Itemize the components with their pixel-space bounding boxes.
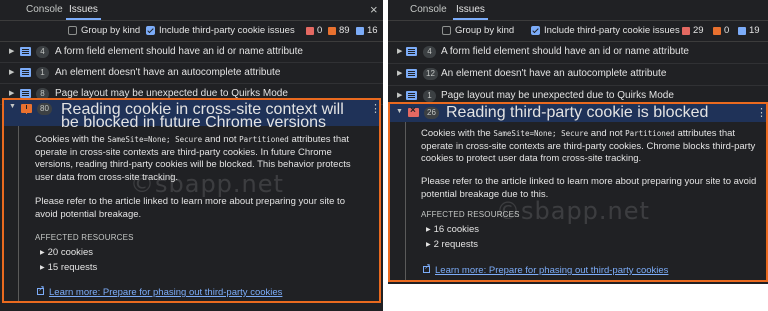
- info-count: 19: [749, 25, 760, 36]
- expanded-issue-body: Cookies with the SameSite=None; Secure a…: [390, 122, 766, 280]
- info-count-icon: [738, 27, 746, 35]
- info-issue-icon: [406, 69, 417, 78]
- info-count: 16: [367, 25, 378, 36]
- triangle-right-icon: ▶: [426, 242, 431, 248]
- triangle-right-icon: ▶: [40, 265, 45, 271]
- info-issue-icon: [20, 68, 31, 77]
- affected-resources-label: AFFECTED RESOURCES: [421, 210, 520, 219]
- chevron-down-icon: ▼: [9, 103, 16, 110]
- devtools-panel-right: Console Issues Group by kind Include thi…: [388, 0, 768, 284]
- issue-title: An element doesn't have an autocomplete …: [441, 68, 667, 79]
- warning-count: 0: [724, 25, 730, 36]
- affected-cookies[interactable]: ▶ 20 cookies: [40, 247, 93, 258]
- issue-title: Reading third-party cookie is blocked: [446, 104, 709, 121]
- code-partitioned: Partitioned: [625, 129, 675, 138]
- group-by-kind-checkbox[interactable]: [68, 26, 77, 35]
- expanded-issue-header[interactable]: ▼ 80 Reading cookie in cross-site contex…: [4, 100, 381, 131]
- include-third-party-label: Include third-party cookie issues: [544, 25, 680, 36]
- body-gutter-line: [405, 122, 406, 280]
- include-third-party-checkbox[interactable]: [531, 26, 540, 35]
- issue-count-badge: 12: [423, 68, 438, 80]
- issue-description: Cookies with the SameSite=None; Secure a…: [35, 134, 351, 183]
- info-issue-icon: [406, 91, 417, 100]
- affected-requests[interactable]: ▶ 2 requests: [426, 239, 478, 250]
- expanded-issue-header[interactable]: ▼ 26 Reading third-party cookie is block…: [390, 104, 767, 122]
- issue-title: An element doesn't have an autocomplete …: [55, 67, 281, 78]
- affected-requests[interactable]: ▶ 15 requests: [40, 262, 97, 273]
- info-count-icon: [356, 27, 364, 35]
- issue-title: A form field element should have an id o…: [55, 46, 303, 57]
- chevron-right-icon: ▶: [397, 70, 403, 77]
- issues-toolbar: Group by kind Include third-party cookie…: [388, 21, 768, 42]
- affected-cookies[interactable]: ▶ 16 cookies: [426, 224, 479, 235]
- tab-issues[interactable]: Issues: [453, 0, 488, 20]
- chevron-right-icon: ▶: [9, 48, 15, 55]
- chevron-right-icon: ▶: [397, 48, 403, 55]
- issue-count-badge: 1: [36, 67, 49, 79]
- code-partitioned: Partitioned: [239, 135, 289, 144]
- issue-count-badge: 4: [423, 46, 436, 58]
- issue-count-badge: 26: [424, 107, 439, 119]
- devtools-panel-left: Console Issues × Group by kind Include t…: [0, 0, 383, 311]
- warning-issue-icon: [21, 104, 32, 113]
- learn-more-link[interactable]: Learn more: Prepare for phasing out thir…: [37, 284, 282, 298]
- chevron-down-icon: ▼: [396, 108, 403, 115]
- close-icon[interactable]: ×: [370, 0, 378, 20]
- triangle-right-icon: ▶: [426, 227, 431, 233]
- group-by-kind-checkbox[interactable]: [442, 26, 451, 35]
- info-issue-icon: [20, 89, 31, 98]
- expanded-issue-highlight: ▼ 80 Reading cookie in cross-site contex…: [2, 98, 381, 303]
- include-third-party-label: Include third-party cookie issues: [159, 25, 295, 36]
- affected-resources-label: AFFECTED RESOURCES: [35, 233, 134, 242]
- issues-toolbar: Group by kind Include third-party cookie…: [0, 21, 383, 42]
- issue-count-badge: 80: [37, 103, 52, 115]
- warning-count: 89: [339, 25, 350, 36]
- code-samesite: SameSite=None; Secure: [493, 129, 589, 138]
- issue-guidance: Please refer to the article linked to le…: [421, 176, 757, 200]
- issue-row[interactable]: ▶ 12 An element doesn't have an autocomp…: [388, 64, 768, 86]
- issue-guidance: Please refer to the article linked to le…: [35, 196, 345, 220]
- issue-row[interactable]: ▶ 4 A form field element should have an …: [0, 42, 383, 63]
- external-link-icon: [423, 262, 431, 273]
- chevron-right-icon: ▶: [9, 69, 15, 76]
- error-issue-icon: [408, 105, 419, 117]
- external-link-icon: [37, 284, 45, 295]
- issue-row[interactable]: ▶ 4 A form field element should have an …: [388, 42, 768, 64]
- issue-description: Cookies with the SameSite=None; Secure a…: [421, 128, 756, 164]
- more-options-icon[interactable]: ⋮: [756, 107, 767, 119]
- error-count: 29: [693, 25, 704, 36]
- tab-bar: Console Issues ×: [0, 0, 383, 21]
- error-count-icon: [682, 27, 690, 35]
- group-by-kind-label: Group by kind: [81, 25, 141, 36]
- expanded-issue-highlight: ▼ 26 Reading third-party cookie is block…: [388, 102, 768, 282]
- learn-more-link[interactable]: Learn more: Prepare for phasing out thir…: [423, 262, 668, 276]
- tab-bar: Console Issues: [388, 0, 768, 21]
- issue-row[interactable]: ▶ 1 An element doesn't have an autocompl…: [0, 63, 383, 84]
- more-options-icon[interactable]: ⋮: [370, 103, 381, 115]
- error-count-icon: [306, 27, 314, 35]
- body-gutter-line: [18, 126, 19, 301]
- triangle-right-icon: ▶: [40, 250, 45, 256]
- code-samesite: SameSite=None; Secure: [107, 135, 203, 144]
- error-count: 0: [317, 25, 323, 36]
- tab-console[interactable]: Console: [410, 0, 447, 20]
- include-third-party-checkbox[interactable]: [146, 26, 155, 35]
- tab-console[interactable]: Console: [26, 0, 63, 20]
- info-issue-icon: [20, 47, 31, 56]
- issue-title: A form field element should have an id o…: [441, 46, 689, 57]
- expanded-issue-body: Cookies with the SameSite=None; Secure a…: [4, 126, 379, 301]
- issue-count-badge: 1: [423, 90, 436, 102]
- warning-count-icon: [713, 27, 721, 35]
- tab-issues[interactable]: Issues: [66, 0, 101, 20]
- group-by-kind-label: Group by kind: [455, 25, 515, 36]
- info-issue-icon: [406, 47, 417, 56]
- issue-count-badge: 4: [36, 46, 49, 58]
- warning-count-icon: [328, 27, 336, 35]
